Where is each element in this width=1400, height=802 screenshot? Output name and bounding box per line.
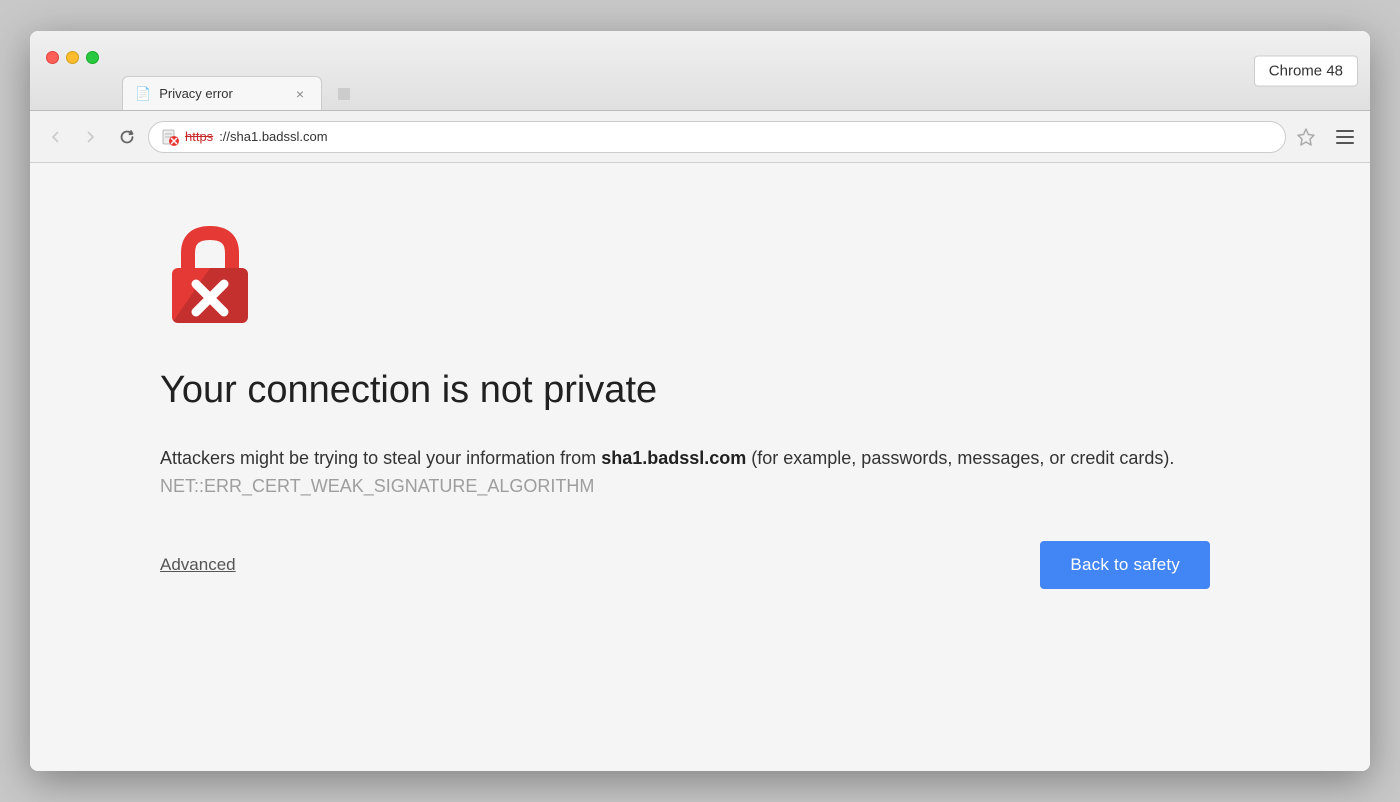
close-window-button[interactable] xyxy=(46,51,59,64)
tab-title: Privacy error xyxy=(159,86,283,101)
bookmark-button[interactable] xyxy=(1292,123,1320,151)
chrome-menu-button[interactable] xyxy=(1330,122,1360,152)
tabs-row: 📄 Privacy error × xyxy=(122,31,362,110)
address-url: ://sha1.badssl.com xyxy=(219,129,1273,144)
active-tab[interactable]: 📄 Privacy error × xyxy=(122,76,322,110)
description-before: Attackers might be trying to steal your … xyxy=(160,448,601,468)
fullscreen-window-button[interactable] xyxy=(86,51,99,64)
tab-close-button[interactable]: × xyxy=(291,85,309,103)
error-description: Attackers might be trying to steal your … xyxy=(160,444,1210,502)
new-tab-button[interactable] xyxy=(326,80,362,108)
browser-window: 📄 Privacy error × Chrome 48 xyxy=(30,31,1370,771)
traffic-lights xyxy=(46,51,99,64)
forward-button[interactable] xyxy=(76,122,106,152)
ssl-error-icon xyxy=(161,128,179,146)
description-after: (for example, passwords, messages, or cr… xyxy=(746,448,1174,468)
back-button[interactable] xyxy=(40,122,70,152)
toolbar: https ://sha1.badssl.com xyxy=(30,111,1370,163)
https-strikethrough: https xyxy=(185,129,213,144)
lock-error-icon xyxy=(160,223,260,323)
lock-icon-container xyxy=(160,223,1240,328)
reload-button[interactable] xyxy=(112,122,142,152)
error-code: NET::ERR_CERT_WEAK_SIGNATURE_ALGORITHM xyxy=(160,476,594,496)
actions-row: Advanced Back to safety xyxy=(160,541,1210,589)
error-heading: Your connection is not private xyxy=(160,368,1240,414)
hamburger-icon xyxy=(1336,130,1354,144)
address-bar[interactable]: https ://sha1.badssl.com xyxy=(148,121,1286,153)
page-content: Your connection is not private Attackers… xyxy=(30,163,1370,771)
back-to-safety-button[interactable]: Back to safety xyxy=(1040,541,1210,589)
domain-name: sha1.badssl.com xyxy=(601,448,746,468)
tab-page-icon: 📄 xyxy=(135,86,151,102)
title-bar: 📄 Privacy error × Chrome 48 xyxy=(30,31,1370,111)
minimize-window-button[interactable] xyxy=(66,51,79,64)
chrome-version-badge: Chrome 48 xyxy=(1254,55,1358,86)
advanced-button[interactable]: Advanced xyxy=(160,555,236,575)
